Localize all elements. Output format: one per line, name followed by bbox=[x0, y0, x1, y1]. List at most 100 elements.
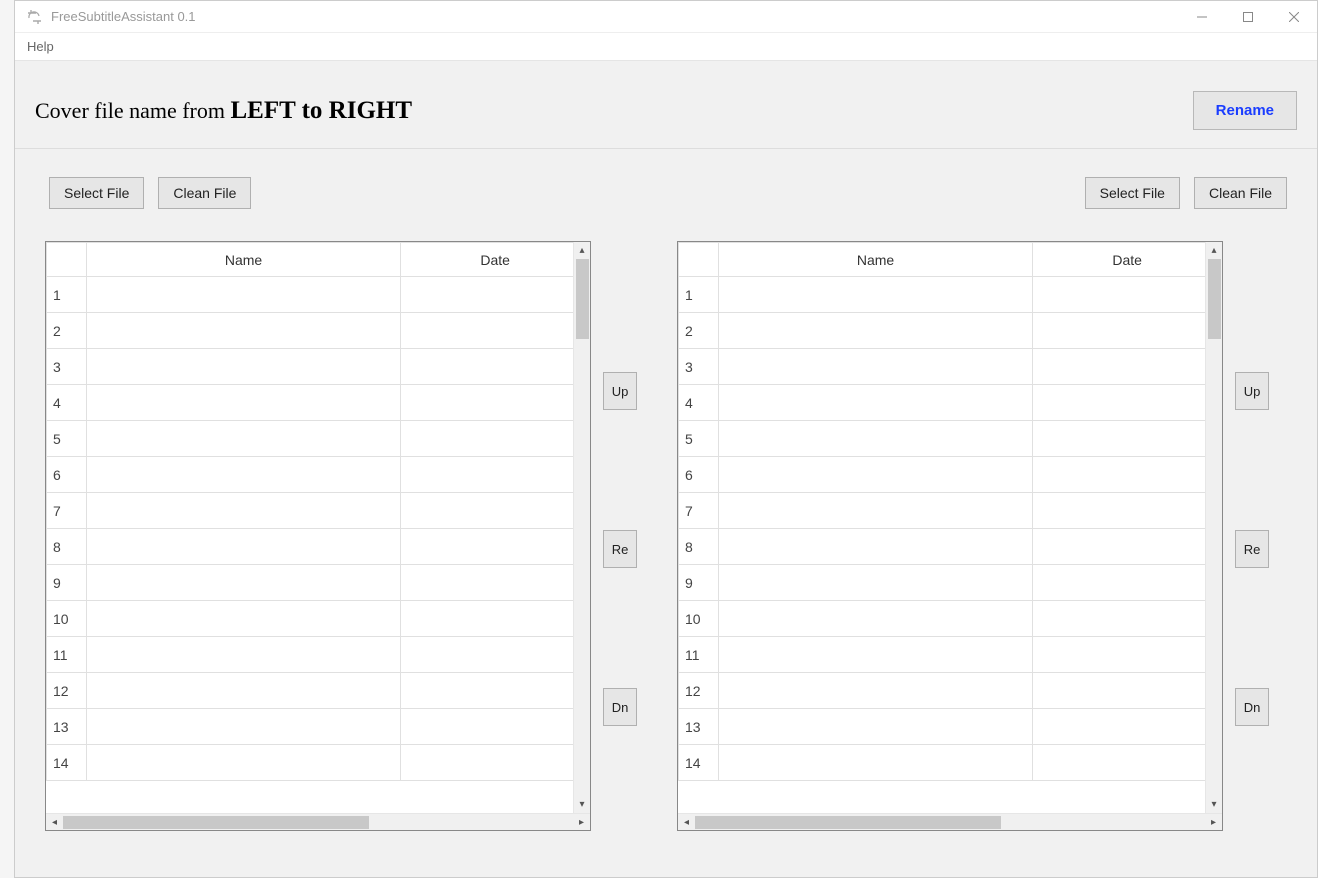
left-col-rownum[interactable] bbox=[47, 243, 87, 277]
cell-name[interactable] bbox=[718, 421, 1032, 457]
rename-button[interactable]: Rename bbox=[1193, 91, 1297, 130]
cell-date[interactable] bbox=[401, 457, 590, 493]
cell-date[interactable] bbox=[1033, 637, 1222, 673]
cell-date[interactable] bbox=[401, 565, 590, 601]
maximize-button[interactable] bbox=[1225, 1, 1271, 33]
left-select-file-button[interactable]: Select File bbox=[49, 177, 144, 209]
cell-name[interactable] bbox=[86, 349, 400, 385]
cell-date[interactable] bbox=[1033, 529, 1222, 565]
table-row[interactable]: 6 bbox=[679, 457, 1222, 493]
left-clean-file-button[interactable]: Clean File bbox=[158, 177, 251, 209]
close-button[interactable] bbox=[1271, 1, 1317, 33]
cell-name[interactable] bbox=[86, 457, 400, 493]
cell-date[interactable] bbox=[1033, 349, 1222, 385]
cell-name[interactable] bbox=[718, 313, 1032, 349]
table-row[interactable]: 14 bbox=[47, 745, 590, 781]
table-row[interactable]: 13 bbox=[679, 709, 1222, 745]
right-col-name[interactable]: Name bbox=[718, 243, 1032, 277]
cell-date[interactable] bbox=[401, 529, 590, 565]
left-col-date[interactable]: Date bbox=[401, 243, 590, 277]
cell-name[interactable] bbox=[718, 673, 1032, 709]
table-row[interactable]: 14 bbox=[679, 745, 1222, 781]
left-vertical-scrollbar[interactable]: ▴ ▾ bbox=[573, 242, 590, 813]
cell-date[interactable] bbox=[401, 421, 590, 457]
table-row[interactable]: 11 bbox=[679, 637, 1222, 673]
scroll-right-icon[interactable]: ▸ bbox=[573, 814, 590, 830]
table-row[interactable]: 12 bbox=[679, 673, 1222, 709]
cell-date[interactable] bbox=[401, 745, 590, 781]
table-row[interactable]: 2 bbox=[679, 313, 1222, 349]
right-col-date[interactable]: Date bbox=[1033, 243, 1222, 277]
scroll-thumb[interactable] bbox=[695, 816, 1001, 829]
table-row[interactable]: 11 bbox=[47, 637, 590, 673]
table-row[interactable]: 3 bbox=[679, 349, 1222, 385]
scroll-thumb[interactable] bbox=[1208, 259, 1221, 339]
cell-date[interactable] bbox=[1033, 421, 1222, 457]
cell-date[interactable] bbox=[401, 709, 590, 745]
scroll-track[interactable] bbox=[695, 814, 1205, 830]
scroll-up-icon[interactable]: ▴ bbox=[1206, 242, 1222, 259]
scroll-thumb[interactable] bbox=[63, 816, 369, 829]
scroll-down-icon[interactable]: ▾ bbox=[574, 796, 590, 813]
cell-date[interactable] bbox=[1033, 313, 1222, 349]
table-row[interactable]: 8 bbox=[47, 529, 590, 565]
cell-name[interactable] bbox=[86, 277, 400, 313]
cell-date[interactable] bbox=[1033, 601, 1222, 637]
cell-date[interactable] bbox=[1033, 385, 1222, 421]
left-re-button[interactable]: Re bbox=[603, 530, 637, 568]
scroll-thumb[interactable] bbox=[576, 259, 589, 339]
cell-name[interactable] bbox=[718, 277, 1032, 313]
table-row[interactable]: 3 bbox=[47, 349, 590, 385]
cell-date[interactable] bbox=[401, 277, 590, 313]
table-row[interactable]: 7 bbox=[47, 493, 590, 529]
cell-name[interactable] bbox=[86, 493, 400, 529]
right-col-rownum[interactable] bbox=[679, 243, 719, 277]
table-row[interactable]: 10 bbox=[679, 601, 1222, 637]
right-horizontal-scrollbar[interactable]: ◂ ▸ bbox=[678, 813, 1222, 830]
cell-name[interactable] bbox=[718, 529, 1032, 565]
scroll-track[interactable] bbox=[574, 259, 590, 796]
cell-name[interactable] bbox=[718, 745, 1032, 781]
table-row[interactable]: 5 bbox=[47, 421, 590, 457]
scroll-up-icon[interactable]: ▴ bbox=[574, 242, 590, 259]
cell-name[interactable] bbox=[86, 313, 400, 349]
cell-name[interactable] bbox=[718, 709, 1032, 745]
cell-name[interactable] bbox=[86, 385, 400, 421]
table-row[interactable]: 1 bbox=[47, 277, 590, 313]
cell-date[interactable] bbox=[1033, 709, 1222, 745]
cell-date[interactable] bbox=[401, 349, 590, 385]
cell-name[interactable] bbox=[86, 637, 400, 673]
cell-date[interactable] bbox=[1033, 565, 1222, 601]
cell-date[interactable] bbox=[401, 601, 590, 637]
cell-date[interactable] bbox=[1033, 673, 1222, 709]
cell-name[interactable] bbox=[718, 385, 1032, 421]
cell-date[interactable] bbox=[401, 673, 590, 709]
table-row[interactable]: 4 bbox=[679, 385, 1222, 421]
table-row[interactable]: 2 bbox=[47, 313, 590, 349]
scroll-track[interactable] bbox=[63, 814, 573, 830]
scroll-track[interactable] bbox=[1206, 259, 1222, 796]
scroll-left-icon[interactable]: ◂ bbox=[678, 814, 695, 830]
right-up-button[interactable]: Up bbox=[1235, 372, 1269, 410]
scroll-down-icon[interactable]: ▾ bbox=[1206, 796, 1222, 813]
left-dn-button[interactable]: Dn bbox=[603, 688, 637, 726]
cell-date[interactable] bbox=[401, 637, 590, 673]
right-vertical-scrollbar[interactable]: ▴ ▾ bbox=[1205, 242, 1222, 813]
cell-name[interactable] bbox=[718, 565, 1032, 601]
table-row[interactable]: 12 bbox=[47, 673, 590, 709]
table-row[interactable]: 13 bbox=[47, 709, 590, 745]
scroll-right-icon[interactable]: ▸ bbox=[1205, 814, 1222, 830]
table-row[interactable]: 6 bbox=[47, 457, 590, 493]
cell-name[interactable] bbox=[718, 457, 1032, 493]
cell-name[interactable] bbox=[86, 565, 400, 601]
cell-name[interactable] bbox=[86, 601, 400, 637]
right-re-button[interactable]: Re bbox=[1235, 530, 1269, 568]
menu-help[interactable]: Help bbox=[15, 33, 66, 60]
table-row[interactable]: 5 bbox=[679, 421, 1222, 457]
cell-date[interactable] bbox=[401, 385, 590, 421]
cell-name[interactable] bbox=[86, 709, 400, 745]
cell-name[interactable] bbox=[86, 673, 400, 709]
table-row[interactable]: 1 bbox=[679, 277, 1222, 313]
left-up-button[interactable]: Up bbox=[603, 372, 637, 410]
cell-name[interactable] bbox=[718, 493, 1032, 529]
